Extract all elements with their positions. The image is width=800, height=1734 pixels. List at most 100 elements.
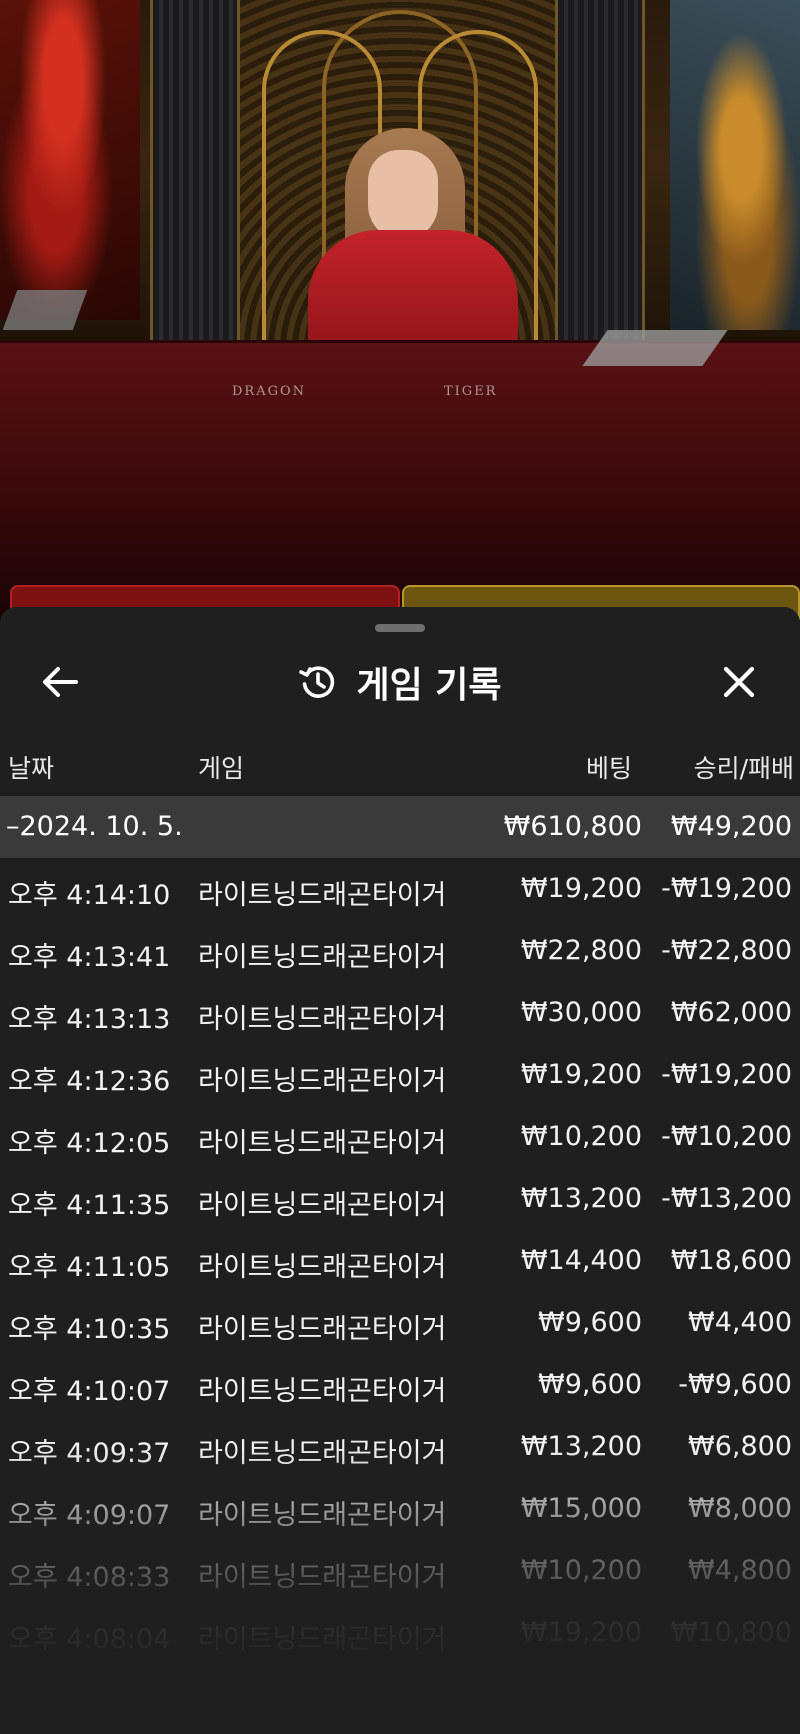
history-row-game: 라이트닝드래곤타이거 bbox=[198, 1500, 447, 1531]
history-row-result: ₩4,400 bbox=[688, 1307, 792, 1338]
sheet-drag-handle[interactable] bbox=[375, 624, 425, 632]
sheet-title: 게임 기록 bbox=[356, 665, 502, 706]
history-row-bet: ₩22,800 bbox=[520, 935, 642, 966]
table-label-tiger: TIGER bbox=[444, 384, 498, 399]
history-icon bbox=[298, 662, 338, 702]
history-row-game: 라이트닝드래곤타이거 bbox=[198, 1376, 447, 1407]
live-video-stream: DRAGON TIGER bbox=[0, 0, 800, 620]
dealer-face bbox=[368, 150, 438, 240]
history-row-bet: ₩19,200 bbox=[520, 1617, 642, 1648]
history-row[interactable]: 오후 4:11:35 라이트닝드래곤타이거 ₩13,200 -₩13,200 bbox=[0, 1168, 800, 1230]
column-header-bet: 베팅 bbox=[585, 754, 632, 783]
history-row-result: ₩6,800 bbox=[688, 1431, 792, 1462]
history-row-game: 라이트닝드래곤타이거 bbox=[198, 1190, 447, 1221]
history-row-game: 라이트닝드래곤타이거 bbox=[198, 1624, 447, 1655]
history-row[interactable]: 오후 4:09:07 라이트닝드래곤타이거 ₩15,000 ₩8,000 bbox=[0, 1478, 800, 1540]
history-row-bet: ₩10,200 bbox=[520, 1555, 642, 1586]
close-button[interactable] bbox=[715, 658, 763, 706]
history-row-time: 오후 4:10:07 bbox=[8, 1376, 171, 1407]
history-row-game: 라이트닝드래곤타이거 bbox=[198, 1252, 447, 1283]
history-row-result: -₩19,200 bbox=[661, 873, 792, 904]
date-group-result-total: ₩49,200 bbox=[670, 811, 792, 842]
history-row[interactable]: 오후 4:10:35 라이트닝드래곤타이거 ₩9,600 ₩4,400 bbox=[0, 1292, 800, 1354]
history-row-result: -₩10,200 bbox=[661, 1121, 792, 1152]
date-group-bet-total: ₩610,800 bbox=[503, 811, 642, 842]
column-header-result: 승리/패배 bbox=[693, 754, 794, 783]
sheet-header: 게임 기록 bbox=[0, 642, 800, 722]
column-header-date: 날짜 bbox=[8, 754, 55, 783]
history-row-bet: ₩30,000 bbox=[520, 997, 642, 1028]
history-row[interactable]: 오후 4:08:04 라이트닝드래곤타이거 ₩19,200 ₩10,800 bbox=[0, 1602, 800, 1664]
close-icon bbox=[723, 666, 755, 698]
history-row-bet: ₩13,200 bbox=[520, 1183, 642, 1214]
history-row[interactable]: 오후 4:13:13 라이트닝드래곤타이거 ₩30,000 ₩62,000 bbox=[0, 982, 800, 1044]
history-row-bet: ₩9,600 bbox=[538, 1369, 642, 1400]
history-row-time: 오후 4:13:41 bbox=[8, 942, 171, 973]
history-row-bet: ₩13,200 bbox=[520, 1431, 642, 1462]
history-row-game: 라이트닝드래곤타이거 bbox=[198, 1128, 447, 1159]
arrow-left-icon bbox=[43, 667, 78, 697]
history-row-time: 오후 4:12:05 bbox=[8, 1128, 171, 1159]
history-row-bet: ₩9,600 bbox=[538, 1307, 642, 1338]
history-row-bet: ₩10,200 bbox=[520, 1121, 642, 1152]
history-row-time: 오후 4:13:13 bbox=[8, 1004, 171, 1035]
column-headers: 날짜 게임 베팅 승리/패배 bbox=[0, 737, 800, 789]
history-row-result: -₩13,200 bbox=[661, 1183, 792, 1214]
date-group-row[interactable]: –2024. 10. 5. ₩610,800 ₩49,200 bbox=[0, 796, 800, 858]
history-row-time: 오후 4:11:35 bbox=[8, 1190, 171, 1221]
history-row-game: 라이트닝드래곤타이거 bbox=[198, 1314, 447, 1345]
history-row[interactable]: 오후 4:10:07 라이트닝드래곤타이거 ₩9,600 -₩9,600 bbox=[0, 1354, 800, 1416]
history-row-time: 오후 4:09:37 bbox=[8, 1438, 171, 1469]
history-row[interactable]: 오후 4:08:33 라이트닝드래곤타이거 ₩10,200 ₩4,800 bbox=[0, 1540, 800, 1602]
history-row-result: ₩400 bbox=[713, 1679, 792, 1710]
history-row-time: 오후 4:11:05 bbox=[8, 1252, 171, 1283]
back-button[interactable] bbox=[36, 658, 84, 706]
card-discard-tray bbox=[2, 290, 88, 330]
tiger-artwork bbox=[670, 0, 800, 330]
history-row-bet: ₩15,000 bbox=[520, 1493, 642, 1524]
date-group-label: –2024. 10. 5. bbox=[6, 811, 183, 842]
history-row-bet: ₩19,200 bbox=[520, 1059, 642, 1090]
dragon-artwork bbox=[0, 0, 140, 320]
history-row-time: 오후 4:10:35 bbox=[8, 1314, 171, 1345]
history-row-time: 오후 4:12:36 bbox=[8, 1066, 171, 1097]
history-row-game: 라이트닝드래곤타이거 bbox=[198, 942, 447, 973]
column-header-game: 게임 bbox=[198, 754, 245, 783]
history-row-game: 라이트닝드래곤타이거 bbox=[198, 1066, 447, 1097]
history-row-game: 라이트닝드래곤타이거 bbox=[198, 880, 447, 911]
history-row-result: ₩4,800 bbox=[688, 1555, 792, 1586]
history-row[interactable]: 오후 4:14:10 라이트닝드래곤타이거 ₩19,200 -₩19,200 bbox=[0, 858, 800, 920]
card-shoe bbox=[582, 330, 728, 366]
history-row-time: 오후 4:14:10 bbox=[8, 880, 171, 911]
history-row-result: ₩62,000 bbox=[670, 997, 792, 1028]
history-row-time: 오후 4:09:07 bbox=[8, 1500, 171, 1531]
table-label-dragon: DRAGON bbox=[232, 384, 307, 399]
history-row-result: -₩22,800 bbox=[661, 935, 792, 966]
history-row-game: 라이트닝드래곤타이거 bbox=[198, 1004, 447, 1035]
pillar bbox=[150, 0, 240, 340]
history-row[interactable]: 오후 4:09:37 라이트닝드래곤타이거 ₩13,200 ₩6,800 bbox=[0, 1416, 800, 1478]
history-row[interactable]: 오후 4:07:34 라이트닝드래곤타이거 ₩9,400 ₩400 bbox=[0, 1664, 800, 1726]
history-row[interactable]: 오후 4:12:36 라이트닝드래곤타이거 ₩19,200 -₩19,200 bbox=[0, 1044, 800, 1106]
history-row-game: 라이트닝드래곤타이거 bbox=[198, 1438, 447, 1469]
game-table bbox=[0, 340, 800, 620]
history-row-bet: ₩9,400 bbox=[538, 1679, 642, 1710]
history-row-time: 오후 4:08:04 bbox=[8, 1624, 171, 1655]
pillar bbox=[555, 0, 645, 340]
history-row-time: 오후 4:07:34 bbox=[8, 1686, 171, 1717]
history-row-result: ₩10,800 bbox=[670, 1617, 792, 1648]
history-row[interactable]: 오후 4:12:05 라이트닝드래곤타이거 ₩10,200 -₩10,200 bbox=[0, 1106, 800, 1168]
history-row[interactable]: 오후 4:13:41 라이트닝드래곤타이거 ₩22,800 -₩22,800 bbox=[0, 920, 800, 982]
history-row-result: ₩8,000 bbox=[688, 1493, 792, 1524]
history-row-result: -₩9,600 bbox=[678, 1369, 792, 1400]
history-row-result: ₩18,600 bbox=[670, 1245, 792, 1276]
game-history-sheet: 게임 기록 날짜 게임 베팅 승리/패배 –2024. 10. 5. ₩610,… bbox=[0, 607, 800, 1734]
history-list: 오후 4:14:10 라이트닝드래곤타이거 ₩19,200 -₩19,200 오후 4:… bbox=[0, 858, 800, 1734]
history-row[interactable]: 오후 4:11:05 라이트닝드래곤타이거 ₩14,400 ₩18,600 bbox=[0, 1230, 800, 1292]
history-row-result: -₩19,200 bbox=[661, 1059, 792, 1090]
history-row-game: 라이트닝드래곤타이거 bbox=[198, 1562, 447, 1593]
history-row-game: 라이트닝드래곤타이거 bbox=[198, 1686, 447, 1717]
history-row-bet: ₩14,400 bbox=[520, 1245, 642, 1276]
history-row-time: 오후 4:08:33 bbox=[8, 1562, 171, 1593]
history-row-bet: ₩19,200 bbox=[520, 873, 642, 904]
